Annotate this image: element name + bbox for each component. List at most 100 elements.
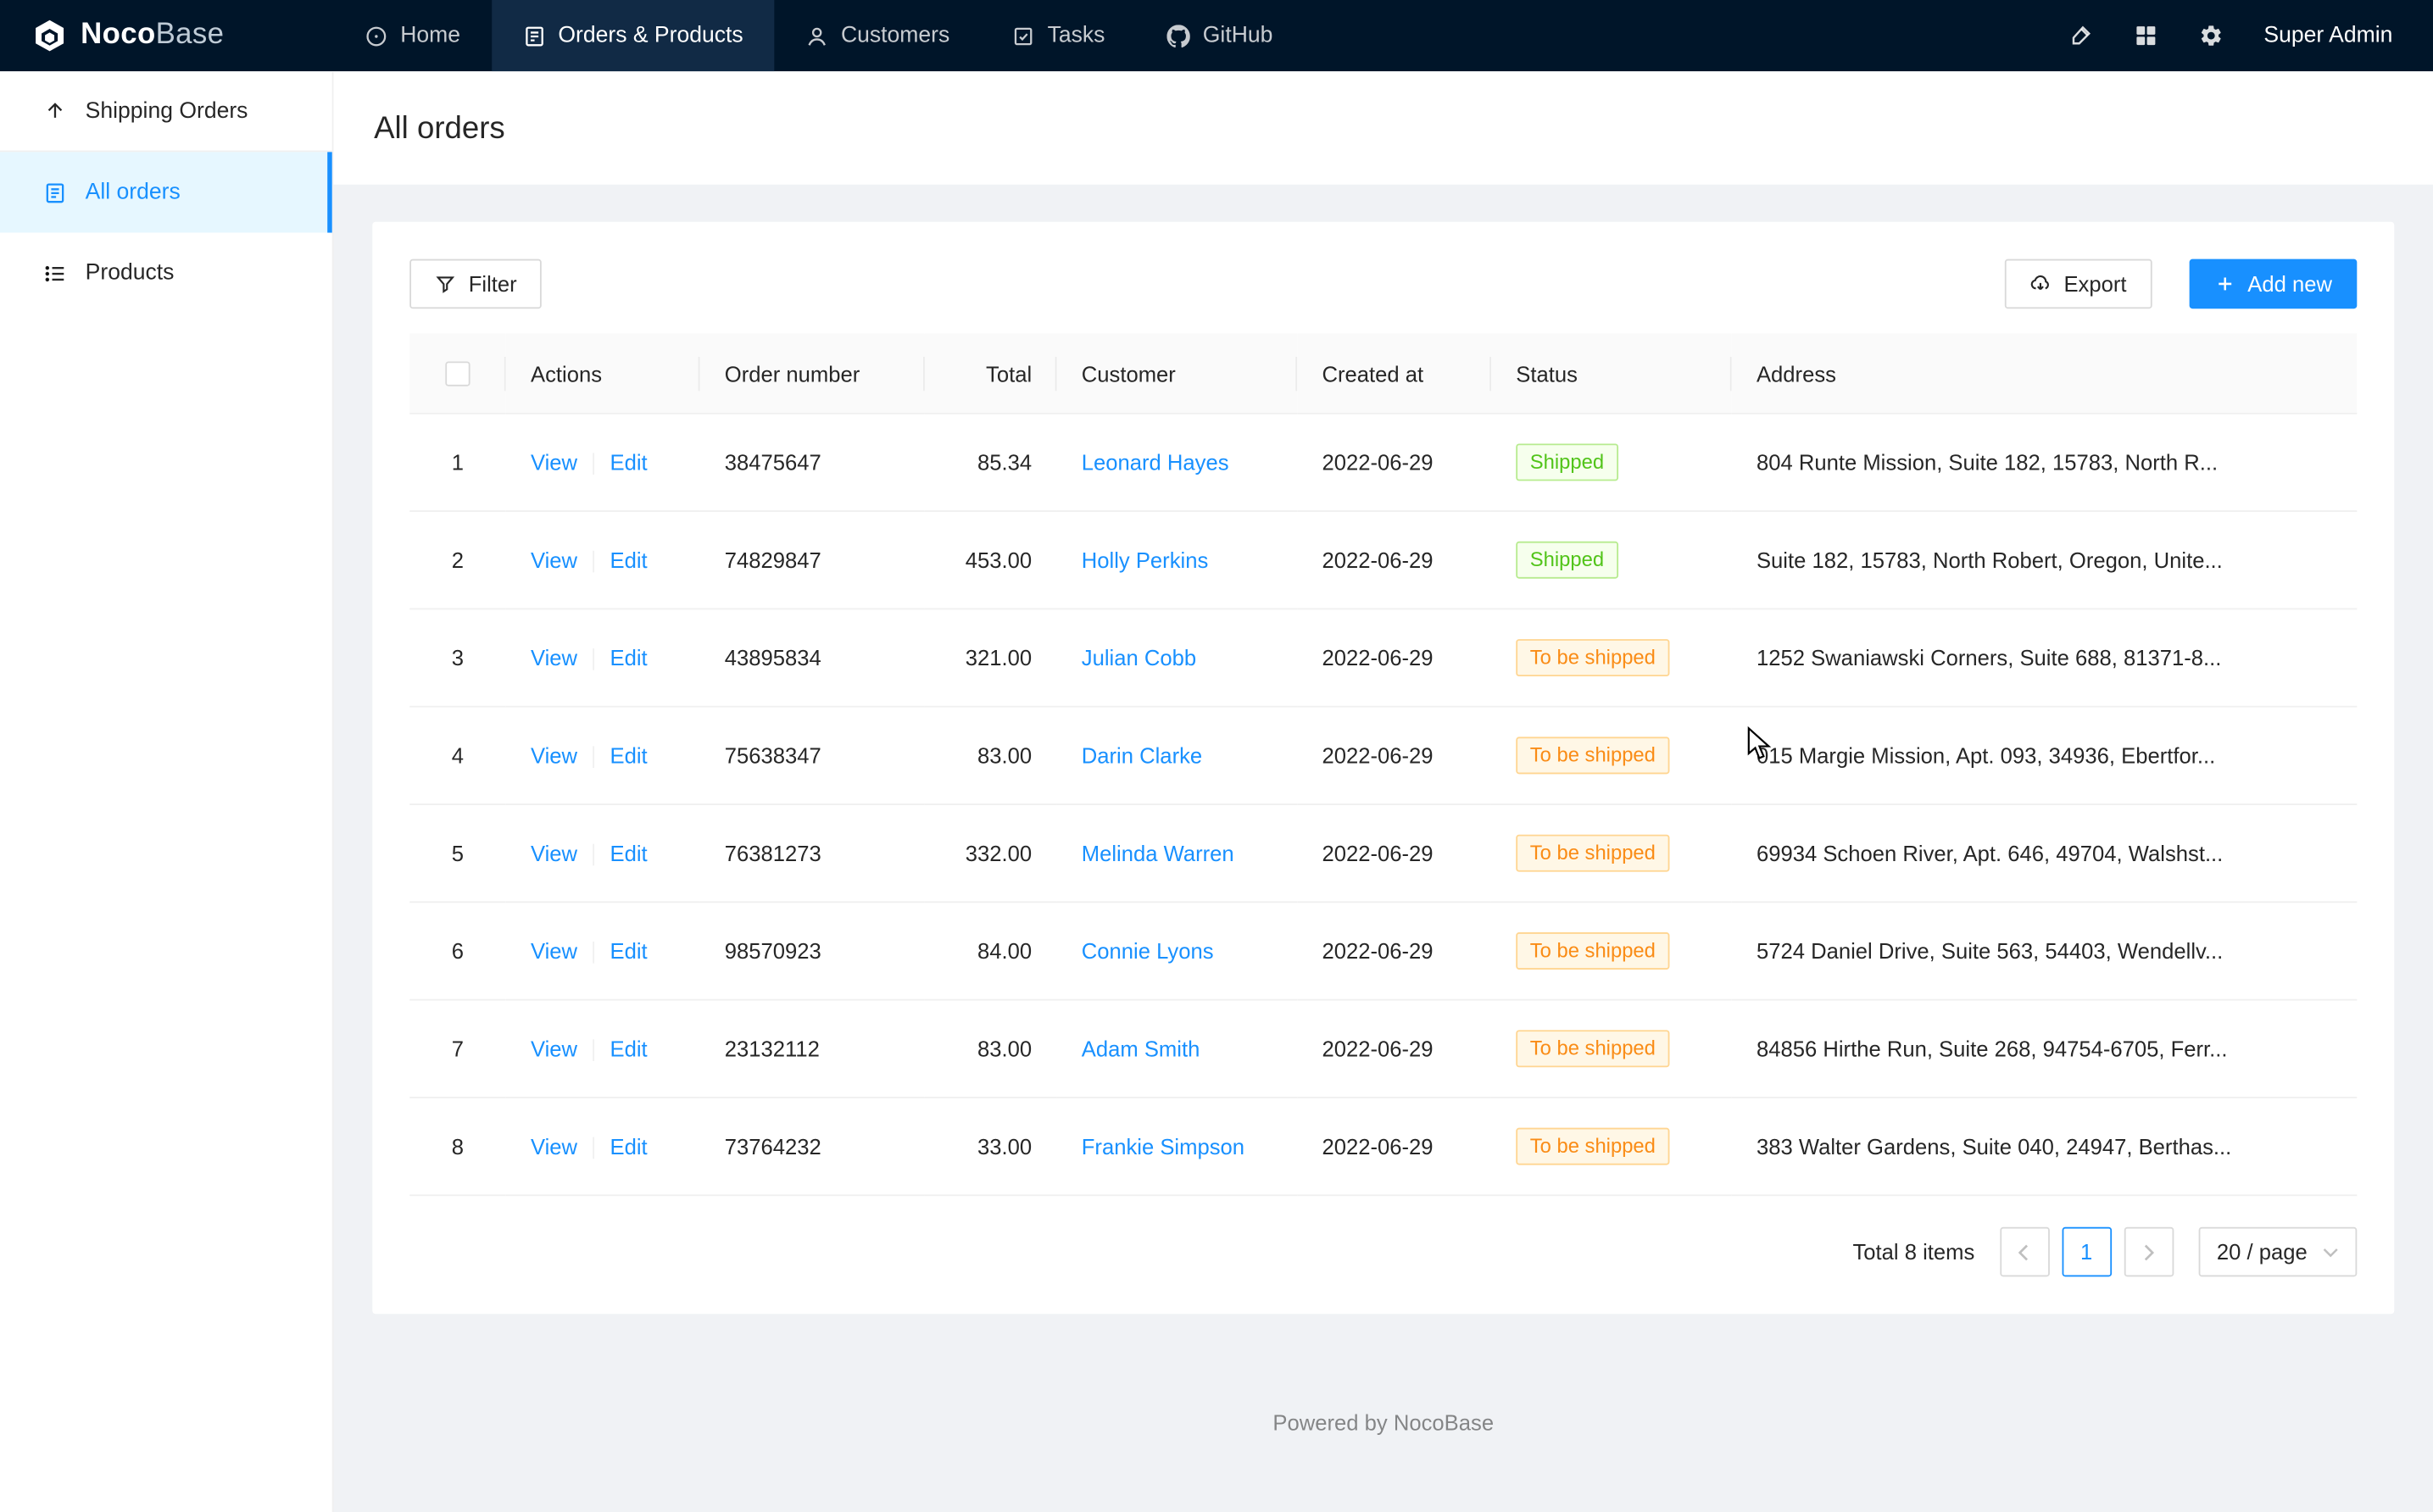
- arrow-up-icon: [43, 99, 66, 122]
- table-row: 8 ViewEdit 73764232 33.00 Frankie Simpso…: [409, 1098, 2357, 1196]
- customer-link[interactable]: Darin Clarke: [1082, 743, 1202, 768]
- view-link[interactable]: View: [531, 548, 577, 572]
- nav-item-label: Tasks: [1048, 23, 1105, 47]
- chevron-down-icon: [2323, 1244, 2338, 1259]
- sidebar-item-label: Products: [86, 260, 175, 285]
- action-divider: [593, 845, 594, 867]
- total-cell: 33.00: [925, 1098, 1057, 1196]
- row-index: 7: [452, 1037, 464, 1061]
- customer-link[interactable]: Frankie Simpson: [1082, 1135, 1244, 1159]
- edit-link[interactable]: Edit: [610, 841, 648, 865]
- edit-link[interactable]: Edit: [610, 1037, 648, 1061]
- nav-item-customers[interactable]: Customers: [774, 0, 981, 71]
- customer-link[interactable]: Leonard Hayes: [1082, 450, 1229, 475]
- nav-item-label: Orders & Products: [558, 23, 743, 47]
- top-navbar: NocoBase Home Orders & Products Customer…: [0, 0, 2433, 71]
- view-link[interactable]: View: [531, 1134, 577, 1159]
- page-size-select[interactable]: 20 / page: [2198, 1227, 2357, 1277]
- view-link[interactable]: View: [531, 841, 577, 865]
- ui-editor-pen-icon[interactable]: [2068, 23, 2093, 47]
- user-menu[interactable]: Super Admin: [2263, 23, 2392, 47]
- row-index: 3: [452, 646, 464, 670]
- nav-item-orders-products[interactable]: Orders & Products: [492, 0, 775, 71]
- view-link[interactable]: View: [531, 939, 577, 964]
- edit-link[interactable]: Edit: [610, 939, 648, 964]
- table-row: 2 ViewEdit 74829847 453.00 Holly Perkins…: [409, 512, 2357, 609]
- total-cell: 332.00: [925, 805, 1057, 903]
- column-header-total: Total: [925, 334, 1057, 414]
- screen: NocoBase Home Orders & Products Customer…: [0, 0, 2433, 1512]
- edit-link[interactable]: Edit: [610, 450, 648, 475]
- customer-link[interactable]: Melinda Warren: [1082, 842, 1234, 866]
- nav-item-home[interactable]: Home: [334, 0, 492, 71]
- sidebar-item-shipping-orders[interactable]: Shipping Orders: [0, 71, 332, 152]
- main-area: All orders Filter Export: [334, 71, 2433, 1512]
- orders-card: Filter Export Add new: [372, 222, 2394, 1315]
- list-icon: [43, 261, 66, 284]
- edit-link[interactable]: Edit: [610, 1134, 648, 1159]
- created-at-cell: 2022-06-29: [1297, 1098, 1491, 1196]
- table-row: 1 ViewEdit 38475647 85.34 Leonard Hayes …: [409, 414, 2357, 511]
- created-at-cell: 2022-06-29: [1297, 707, 1491, 804]
- action-divider: [593, 453, 594, 475]
- plugins-grid-icon[interactable]: [2134, 23, 2158, 47]
- column-header-actions: Actions: [506, 334, 700, 414]
- view-link[interactable]: View: [531, 646, 577, 670]
- order-number-cell: 74829847: [699, 512, 924, 609]
- created-at-cell: 2022-06-29: [1297, 1000, 1491, 1098]
- sidebar-item-all-orders[interactable]: All orders: [0, 152, 332, 232]
- customer-link[interactable]: Julian Cobb: [1082, 646, 1196, 670]
- table-row: 6 ViewEdit 98570923 84.00 Connie Lyons 2…: [409, 903, 2357, 1000]
- edit-link[interactable]: Edit: [610, 646, 648, 670]
- cloud-download-icon: [2029, 273, 2052, 295]
- nav-item-tasks[interactable]: Tasks: [981, 0, 1136, 71]
- settings-gear-icon[interactable]: [2199, 23, 2224, 47]
- edit-link[interactable]: Edit: [610, 548, 648, 572]
- status-badge: To be shipped: [1516, 737, 1669, 775]
- customer-link[interactable]: Connie Lyons: [1082, 939, 1214, 964]
- select-all-checkbox[interactable]: [445, 362, 470, 386]
- nav-item-github[interactable]: GitHub: [1136, 0, 1304, 71]
- table-row: 3 ViewEdit 43895834 321.00 Julian Cobb 2…: [409, 609, 2357, 707]
- customer-link[interactable]: Adam Smith: [1082, 1037, 1200, 1061]
- view-link[interactable]: View: [531, 1037, 577, 1061]
- orders-table: Actions Order number Total Customer Crea…: [409, 334, 2357, 1197]
- created-at-cell: 2022-06-29: [1297, 609, 1491, 707]
- row-index: 8: [452, 1135, 464, 1159]
- table-row: 7 ViewEdit 23132112 83.00 Adam Smith 202…: [409, 1000, 2357, 1098]
- nocobase-logo[interactable]: NocoBase: [0, 0, 334, 71]
- action-divider: [593, 747, 594, 769]
- customer-link[interactable]: Holly Perkins: [1082, 548, 1209, 573]
- action-divider: [593, 1137, 594, 1159]
- table-row: 5 ViewEdit 76381273 332.00 Melinda Warre…: [409, 805, 2357, 903]
- navbar-right: Super Admin: [2068, 0, 2433, 71]
- order-number-cell: 43895834: [699, 609, 924, 707]
- action-divider: [593, 552, 594, 574]
- chevron-left-icon: [2016, 1244, 2033, 1261]
- add-new-button[interactable]: Add new: [2189, 259, 2358, 309]
- table-row: 4 ViewEdit 75638347 83.00 Darin Clarke 2…: [409, 707, 2357, 804]
- filter-button[interactable]: Filter: [409, 259, 542, 309]
- sidebar-item-products[interactable]: Products: [0, 233, 332, 314]
- export-button[interactable]: Export: [2005, 259, 2152, 309]
- row-index: 4: [452, 743, 464, 768]
- tasks-icon: [1012, 24, 1035, 47]
- main-nav: Home Orders & Products Customers Tasks: [334, 0, 2068, 71]
- pagination-page-1[interactable]: 1: [2062, 1227, 2112, 1277]
- pagination-next-button[interactable]: [2124, 1227, 2174, 1277]
- row-index: 5: [452, 842, 464, 866]
- view-link[interactable]: View: [531, 450, 577, 475]
- view-link[interactable]: View: [531, 743, 577, 768]
- action-divider: [593, 649, 594, 671]
- edit-link[interactable]: Edit: [610, 743, 648, 768]
- pagination-prev-button[interactable]: [2000, 1227, 2050, 1277]
- brand-text: NocoBase: [81, 19, 224, 53]
- total-cell: 453.00: [925, 512, 1057, 609]
- column-header-created-at: Created at: [1297, 334, 1491, 414]
- status-badge: To be shipped: [1516, 1031, 1669, 1068]
- orders-icon: [522, 24, 545, 47]
- status-badge: To be shipped: [1516, 835, 1669, 872]
- page-title: All orders: [374, 112, 2392, 147]
- total-cell: 83.00: [925, 1000, 1057, 1098]
- action-divider: [593, 1040, 594, 1062]
